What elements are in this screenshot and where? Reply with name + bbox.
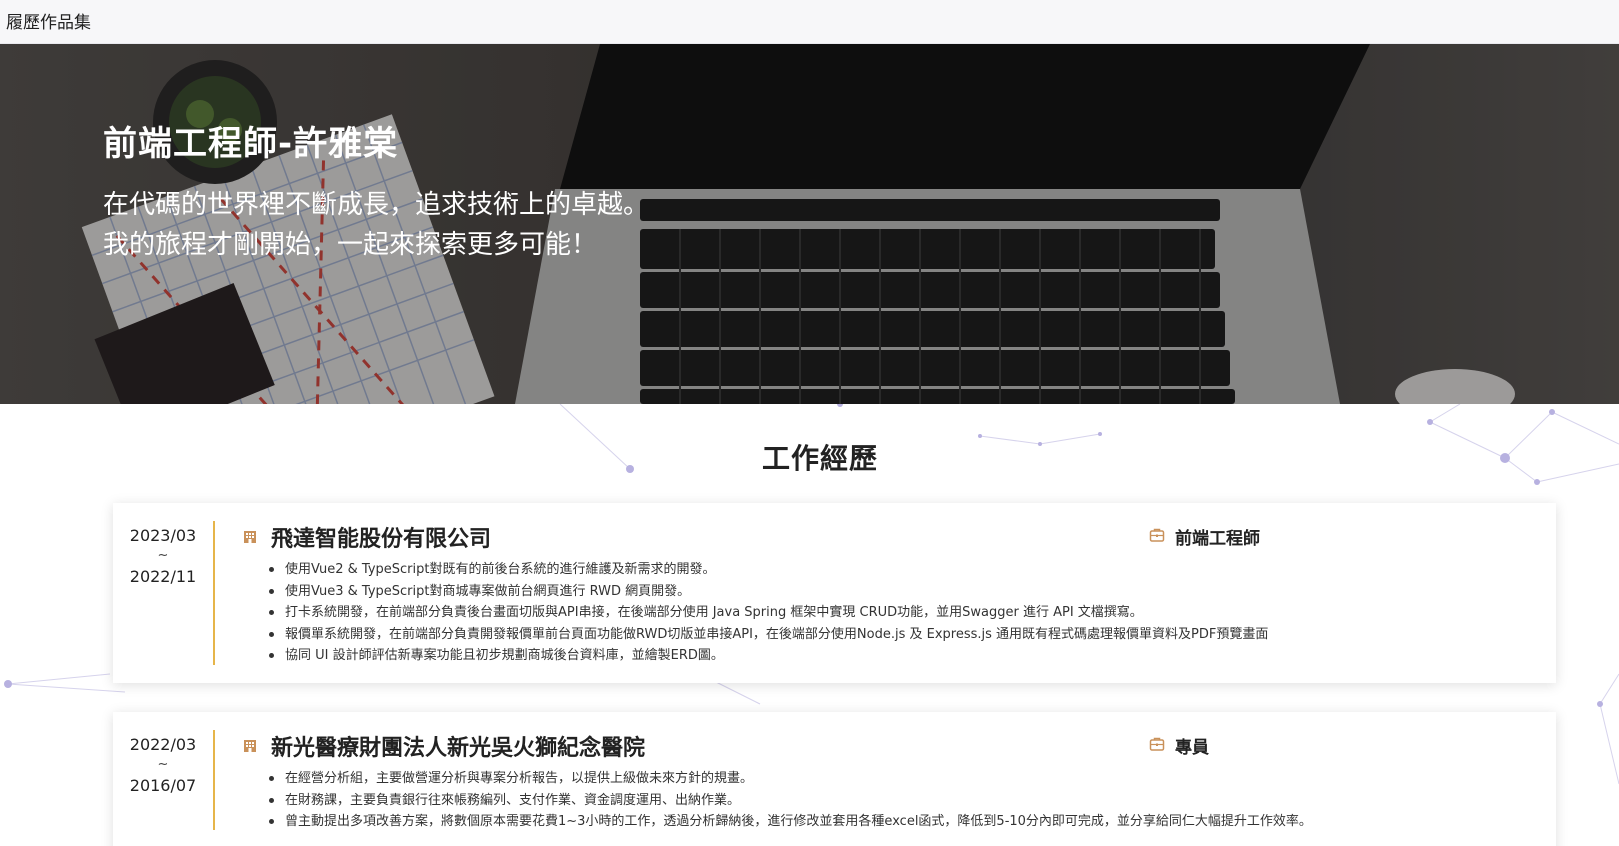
building-icon	[244, 531, 256, 543]
job-date-end: 2022/03	[129, 735, 197, 754]
duty-list: 使用Vue2 & TypeScript對既有的前後台系統的進行維護及新需求的開發…	[269, 559, 1268, 667]
timeline-divider	[213, 730, 215, 830]
duty-item: 使用Vue3 & TypeScript對商城專案做前台網頁進行 RWD 網頁開發…	[269, 581, 1268, 603]
job-date-end: 2023/03	[129, 526, 197, 545]
job-date-start: 2022/11	[129, 567, 197, 586]
job-card: 2022/03 ~ 2016/07 新光醫療財團法人新光吳火獅紀念醫院 專員 在…	[113, 712, 1556, 846]
hero-subtitle-line2: 我的旅程才剛開始，一起來探索更多可能！	[103, 230, 598, 260]
duty-list: 在經營分析組，主要做營運分析與專案分析報告，以提供上級做未來方針的規畫。 在財務…	[269, 768, 1312, 833]
duty-item: 打卡系統開發，在前端部分負責後台畫面切版與API串接，在後端部分使用 Java …	[269, 602, 1268, 624]
hero-subtitle-line1: 在代碼的世界裡不斷成長，追求技術上的卓越。	[103, 190, 650, 220]
job-role: 專員	[1175, 738, 1209, 758]
brand-link[interactable]: 履歷作品集	[6, 8, 91, 33]
duty-item: 曾主動提出多項改善方案，將數個原本需要花費1~3小時的工作，透過分析歸納後，進行…	[269, 811, 1312, 833]
briefcase-icon	[1149, 528, 1165, 542]
timeline-divider	[213, 521, 215, 665]
navbar: 履歷作品集	[0, 0, 1619, 44]
date-separator: ~	[157, 757, 169, 772]
hero-title: 前端工程師-許雅棠	[103, 124, 399, 164]
briefcase-icon	[1149, 737, 1165, 751]
job-role: 前端工程師	[1175, 529, 1260, 549]
job-date-range: 2022/03 ~ 2016/07	[113, 734, 213, 796]
duty-item: 在經營分析組，主要做營運分析與專案分析報告，以提供上級做未來方針的規畫。	[269, 768, 1312, 790]
company-name: 新光醫療財團法人新光吳火獅紀念醫院	[271, 736, 646, 761]
duty-item: 報價單系統開發，在前端部分負責開發報價單前台頁面功能做RWD切版並串接API，在…	[269, 624, 1268, 646]
job-card: 2023/03 ~ 2022/11 飛達智能股份有限公司 前端工程師 使用Vue…	[113, 503, 1556, 683]
building-icon	[244, 740, 256, 752]
date-separator: ~	[157, 548, 169, 563]
company-name: 飛達智能股份有限公司	[271, 527, 492, 552]
hero-banner: 前端工程師-許雅棠 在代碼的世界裡不斷成長，追求技術上的卓越。 我的旅程才剛開始…	[0, 44, 1619, 404]
duty-item: 在財務課，主要負責銀行往來帳務編列、支付作業、資金調度運用、出納作業。	[269, 790, 1312, 812]
section-title-experience: 工作經歷	[761, 442, 878, 475]
job-date-range: 2023/03 ~ 2022/11	[113, 525, 213, 587]
duty-item: 使用Vue2 & TypeScript對既有的前後台系統的進行維護及新需求的開發…	[269, 559, 1268, 581]
job-date-start: 2016/07	[129, 776, 197, 795]
duty-item: 協同 UI 設計師評估新專案功能且初步規劃商城後台資料庫，並繪製ERD圖。	[269, 645, 1268, 667]
